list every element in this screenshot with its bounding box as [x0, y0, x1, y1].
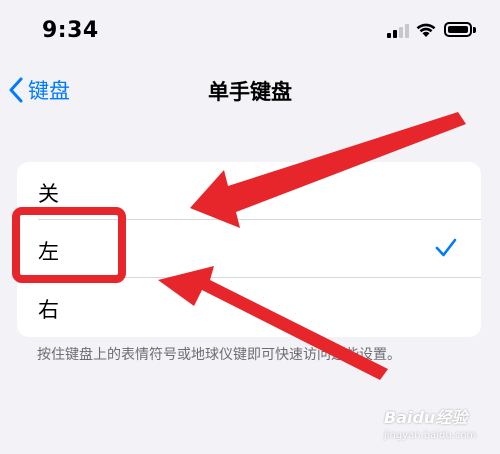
watermark-main: Baidu经验: [384, 408, 468, 427]
annotation-highlight-box: [12, 207, 126, 283]
page-title: 单手键盘: [208, 80, 292, 104]
baidu-watermark: Baidu经验 jingyan.baidu.com: [384, 402, 494, 450]
status-bar: 9:34: [0, 0, 500, 60]
battery-cap: [473, 27, 476, 33]
option-label: 关: [38, 182, 59, 206]
checkmark-icon: [435, 238, 457, 257]
option-label: 右: [38, 298, 59, 322]
wifi-icon: [416, 23, 436, 37]
status-time: 9:34: [42, 18, 99, 43]
footer-note: 按住键盘上的表情符号或地球仪键即可快速访问这些设置。: [37, 347, 401, 363]
cellular-signal-icon: [387, 24, 409, 38]
navigation-bar: 键盘 单手键盘: [0, 60, 500, 120]
option-right[interactable]: 右: [17, 278, 481, 336]
battery-icon: [444, 22, 472, 37]
watermark-sub: jingyan.baidu.com: [384, 430, 477, 441]
